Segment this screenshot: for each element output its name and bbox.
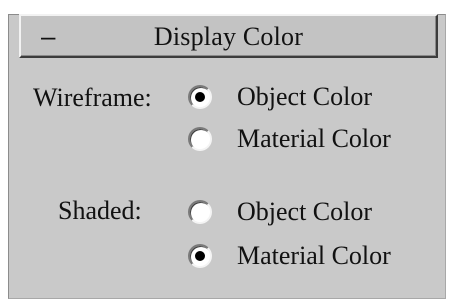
radio-button-icon[interactable] [188,85,212,109]
radio-selected-dot [195,92,205,102]
shaded-material-color-radio[interactable]: Material Color [188,239,391,273]
radio-button-icon[interactable] [188,244,212,268]
wireframe-object-color-label[interactable]: Object Color [237,82,372,112]
wireframe-object-color-radio[interactable]: Object Color [188,80,372,114]
radio-button-icon[interactable] [188,127,212,151]
radio-button-icon[interactable] [188,200,212,224]
wireframe-material-color-radio[interactable]: Material Color [188,122,391,156]
shaded-material-color-label[interactable]: Material Color [237,241,391,271]
shaded-object-color-label[interactable]: Object Color [237,197,372,227]
radio-selected-dot [195,251,205,261]
display-color-rollout-header[interactable]: – Display Color [19,14,438,58]
wireframe-material-color-label[interactable]: Material Color [237,124,391,154]
rollout-title: Display Color [153,22,304,51]
shaded-label: Shaded: [58,196,142,225]
wireframe-label: Wireframe: [33,83,152,112]
shaded-object-color-radio[interactable]: Object Color [188,195,372,229]
